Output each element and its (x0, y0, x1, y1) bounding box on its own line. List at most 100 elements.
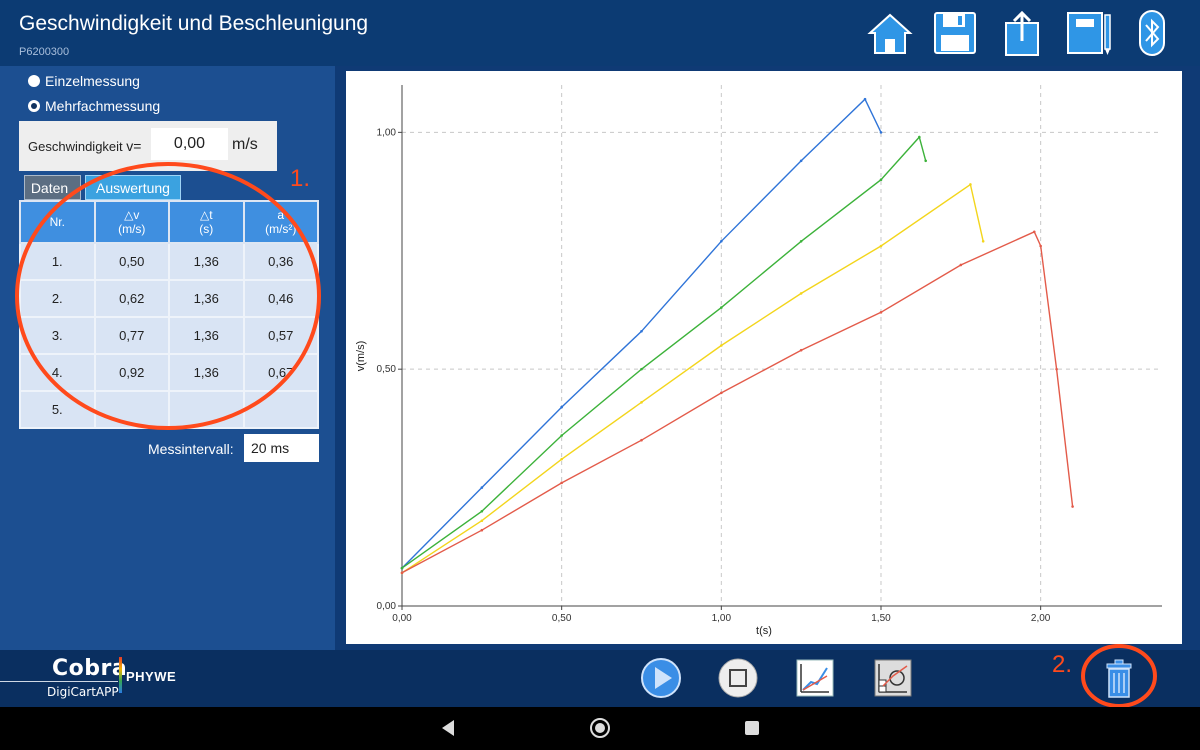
series-line-3 (401, 183, 984, 574)
experiment-code: P6200300 (19, 46, 70, 58)
chart-series (400, 97, 1074, 575)
analysis-button[interactable] (870, 656, 916, 700)
stop-button[interactable] (715, 656, 761, 700)
nav-back-button[interactable] (433, 715, 463, 741)
analysis-icon (874, 659, 912, 697)
play-icon (641, 658, 681, 698)
logo-underline (0, 681, 118, 682)
radio-multi-measurement[interactable]: Mehrfachmessung (28, 98, 160, 114)
series-point (1039, 244, 1042, 248)
x-tick-label: 0,00 (392, 613, 412, 624)
series-point (560, 434, 563, 437)
phywe-logo: PHYWE (126, 669, 177, 684)
series-point (720, 306, 723, 309)
home-icon (867, 13, 913, 54)
series-point (799, 159, 803, 163)
series-point (879, 244, 883, 248)
radio-label-multi: Mehrfachmessung (45, 98, 161, 114)
radio-circle (28, 75, 40, 87)
series-line-1 (401, 98, 882, 569)
speed-label: Geschwindigkeit v= (28, 138, 142, 154)
series-point (959, 263, 963, 267)
series-point (1032, 230, 1036, 234)
nav-recents-button[interactable] (737, 715, 767, 741)
series-point (480, 519, 484, 523)
share-button[interactable] (996, 8, 1048, 58)
series-line-2 (401, 135, 927, 569)
series-point (480, 486, 484, 489)
series-point (560, 481, 563, 485)
nav-home-button[interactable] (585, 715, 615, 741)
series-point (918, 135, 921, 139)
chart-area[interactable]: 0,00 0,50 1,00 1,50 2,00 0,00 0,50 1,00 v(m/s) … (346, 71, 1182, 644)
series-point (400, 571, 404, 575)
back-icon (442, 720, 454, 736)
series-point (879, 131, 883, 134)
series-point (480, 509, 484, 513)
series-point (969, 183, 972, 186)
series-point (640, 329, 643, 333)
series-point (879, 178, 883, 182)
series-point (1071, 505, 1074, 508)
interval-label: Messintervall: (148, 441, 234, 457)
series-point (799, 348, 803, 352)
bluetooth-icon (1139, 10, 1165, 56)
y-tick-label: 0,00 (377, 601, 397, 612)
series-point (1055, 367, 1058, 371)
radio-circle-selected (28, 100, 40, 112)
series-point (560, 405, 563, 409)
x-axis-label: t(s) (756, 625, 772, 637)
bluetooth-button[interactable] (1126, 8, 1178, 58)
android-nav-bar (0, 707, 1200, 750)
series-point (879, 311, 883, 314)
x-tick-label: 1,50 (871, 613, 891, 624)
stop-icon (718, 658, 758, 698)
series-point (560, 457, 563, 461)
chart-axes: 0,00 0,50 1,00 1,50 2,00 0,00 0,50 1,00 (377, 85, 1162, 624)
series-point (720, 240, 723, 243)
recents-icon (745, 721, 759, 735)
y-axis-label: v(m/s) (355, 341, 367, 372)
series-point (640, 401, 643, 404)
save-button[interactable] (929, 8, 981, 58)
series-point (799, 292, 803, 295)
x-tick-label: 0,50 (552, 613, 572, 624)
notebook-button[interactable] (1062, 8, 1114, 58)
graph-icon (796, 659, 834, 697)
app-header: Geschwindigkeit und Beschleunigung P6200… (0, 0, 1200, 66)
series-point (400, 566, 404, 570)
x-tick-label: 2,00 (1031, 613, 1051, 624)
share-icon (1005, 10, 1039, 56)
annotation-ellipse (15, 162, 321, 430)
interval-field[interactable]: 20 ms (244, 434, 319, 462)
cobra-logo: Cobra (52, 656, 128, 681)
series-point (924, 159, 927, 163)
radio-single-measurement[interactable]: Einzelmessung (28, 73, 140, 89)
x-tick-label: 1,00 (712, 613, 732, 624)
save-icon (934, 12, 976, 54)
series-point (799, 240, 803, 243)
notebook-icon (1067, 12, 1111, 55)
logo-divider (119, 657, 122, 693)
velocity-chart: 0,00 0,50 1,00 1,50 2,000,000,501,00 v(m/s) … (355, 85, 1162, 637)
series-line-4 (401, 230, 1074, 574)
series-point (863, 97, 867, 101)
annotation-circle (1081, 644, 1157, 708)
graph-button[interactable] (792, 656, 838, 700)
app-name-label: DigiCartAPP (47, 685, 119, 699)
speed-value-field[interactable]: 0,00 (151, 128, 228, 160)
series-point (480, 528, 484, 532)
chart-grid (402, 85, 1162, 606)
series-point (640, 438, 643, 442)
play-button[interactable] (638, 656, 684, 700)
annotation-number-two: 2. (1052, 651, 1073, 678)
series-point (640, 367, 643, 371)
home-button[interactable] (864, 8, 916, 58)
page-title: Geschwindigkeit und Beschleunigung (19, 12, 369, 35)
y-tick-label: 0,50 (377, 364, 397, 375)
y-tick-label: 1,00 (377, 127, 397, 138)
speed-unit: m/s (232, 136, 258, 153)
radio-label-single: Einzelmessung (45, 73, 140, 89)
bottom-toolbar: Cobra DigiCartAPP PHYWE (0, 650, 1200, 707)
series-point (981, 240, 985, 243)
